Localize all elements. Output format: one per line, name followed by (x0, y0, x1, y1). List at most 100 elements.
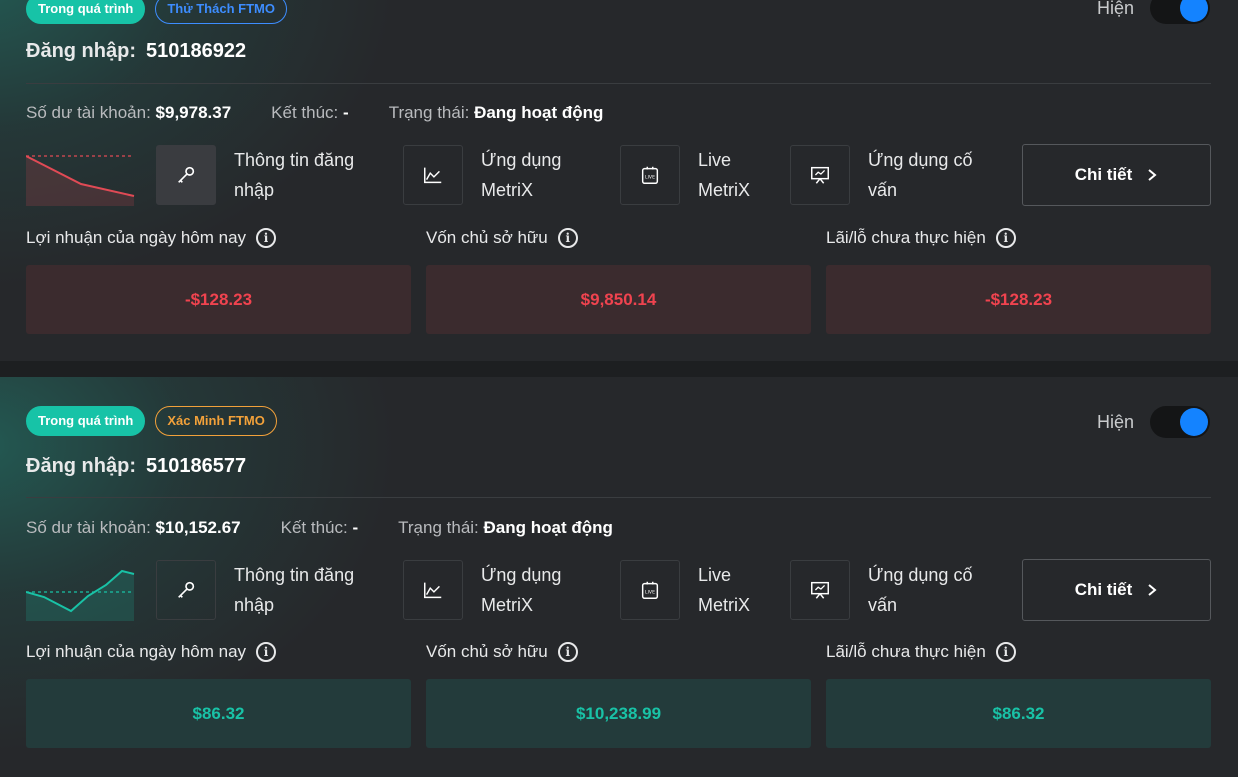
equity-metric: Vốn chủ sở hữu i $9,850.14 (426, 226, 811, 334)
toggle-knob (1180, 408, 1208, 436)
account-card: Trong quá trình Xác Minh FTMO Hiện Đăng … (0, 377, 1238, 777)
svg-text:LIVE: LIVE (645, 590, 655, 596)
live-metrix-label: Live MetriX (698, 150, 751, 200)
equity-label: Vốn chủ sở hữu (426, 642, 548, 661)
today-profit-value: -$128.23 (26, 265, 411, 334)
visibility-toggle[interactable] (1150, 0, 1210, 24)
today-profit-label: Lợi nhuận của ngày hôm nay (26, 642, 247, 661)
mentor-action[interactable]: Ứng dụng cố vấn (790, 144, 972, 206)
live-metrix-action[interactable]: LIVE Live MetriX (620, 144, 750, 206)
live-icon: LIVE (641, 166, 659, 184)
balance-value: $10,152.67 (155, 518, 241, 537)
action-row: Thông tin đăng nhập Ứng dụng MetriX LIVE… (26, 144, 1211, 206)
tag-row: Trong quá trình Thử Thách FTMO (26, 0, 287, 24)
visibility-label: Hiện (1096, 411, 1134, 432)
balance-field: Số dư tài khoản: $9,978.37 (26, 103, 232, 122)
status-field: Trạng thái: Đang hoạt động (398, 518, 613, 537)
info-icon[interactable]: i (995, 642, 1016, 662)
today-profit-label: Lợi nhuận của ngày hôm nay (26, 228, 247, 247)
line-chart-icon (424, 582, 442, 599)
login-row: Đăng nhập: 510186922 (26, 40, 246, 63)
visibility-control: Hiện (1097, 406, 1210, 438)
info-icon[interactable]: i (995, 228, 1016, 248)
metrics-row: Lợi nhuận của ngày hôm nay i $86.32 Vốn c… (26, 640, 1211, 748)
unrealized-metric: Lãi/lỗ chưa thực hiện i $86.32 (826, 640, 1211, 748)
metrix-action[interactable]: Ứng dụng MetriX (403, 559, 561, 621)
unrealized-value: $86.32 (826, 679, 1211, 748)
visibility-control: Hiện (1097, 0, 1210, 24)
end-field: Kết thúc: - (280, 518, 359, 537)
login-number: 510186577 (146, 455, 247, 477)
visibility-label: Hiện (1096, 0, 1134, 18)
unrealized-value: -$128.23 (826, 265, 1211, 334)
key-icon-box (156, 145, 216, 205)
detail-label: Chi tiết (1074, 580, 1133, 599)
presentation-icon (811, 581, 829, 599)
live-metrix-label: Live MetriX (698, 565, 751, 615)
progress-tag: Trong quá trình (26, 406, 146, 436)
divider (26, 83, 1211, 84)
unrealized-label: Lãi/lỗ chưa thực hiện (826, 228, 986, 247)
key-icon-box (156, 560, 216, 620)
today-profit-metric: Lợi nhuận của ngày hôm nay i $86.32 (26, 640, 411, 748)
credentials-action[interactable]: Thông tin đăng nhập (156, 559, 354, 621)
info-icon[interactable]: i (256, 642, 277, 662)
mentor-icon-box (790, 145, 850, 205)
chevron-right-icon (1148, 584, 1157, 596)
svg-text:LIVE: LIVE (645, 175, 655, 181)
end-field: Kết thúc: - (271, 103, 349, 122)
account-meta: Số dư tài khoản: $10,152.67 Kết thúc: - … (26, 518, 653, 538)
detail-button[interactable]: Chi tiết (1022, 144, 1211, 206)
metrix-label: Ứng dụng MetriX (481, 565, 562, 615)
detail-label: Chi tiết (1074, 165, 1133, 184)
info-icon[interactable]: i (557, 228, 578, 248)
balance-value: $9,978.37 (155, 103, 232, 122)
today-profit-metric: Lợi nhuận của ngày hôm nay i -$128.23 (26, 226, 411, 334)
balance-sparkline (26, 155, 135, 206)
chart-icon-box (403, 145, 463, 205)
action-row: Thông tin đăng nhập Ứng dụng MetriX LIVE… (26, 559, 1211, 621)
toggle-knob (1180, 0, 1208, 22)
balance-sparkline (26, 569, 135, 621)
balance-field: Số dư tài khoản: $10,152.67 (26, 518, 241, 537)
login-label: Đăng nhập: (26, 40, 136, 62)
presentation-icon (811, 166, 829, 184)
live-icon-box: LIVE (620, 560, 680, 620)
credentials-label: Thông tin đăng nhập (234, 565, 355, 615)
credentials-label: Thông tin đăng nhập (234, 150, 355, 200)
tag-row: Trong quá trình Xác Minh FTMO (26, 406, 277, 436)
chart-icon-box (403, 560, 463, 620)
chevron-right-icon (1148, 169, 1157, 181)
info-icon[interactable]: i (557, 642, 578, 662)
line-chart-icon (424, 167, 442, 184)
login-row: Đăng nhập: 510186577 (26, 455, 246, 478)
metrix-action[interactable]: Ứng dụng MetriX (403, 144, 561, 206)
key-icon (178, 166, 195, 183)
account-meta: Số dư tài khoản: $9,978.37 Kết thúc: - T… (26, 103, 643, 123)
equity-label: Vốn chủ sở hữu (426, 228, 548, 247)
end-value: - (343, 103, 349, 122)
unrealized-metric: Lãi/lỗ chưa thực hiện i -$128.23 (826, 226, 1211, 334)
detail-button[interactable]: Chi tiết (1022, 559, 1211, 621)
equity-metric: Vốn chủ sở hữu i $10,238.99 (426, 640, 811, 748)
login-label: Đăng nhập: (26, 455, 136, 477)
phase-tag: Thử Thách FTMO (155, 0, 287, 24)
status-value: Đang hoạt động (474, 103, 604, 122)
mentor-label: Ứng dụng cố vấn (868, 565, 973, 615)
live-icon: LIVE (641, 581, 659, 599)
metrix-label: Ứng dụng MetriX (481, 150, 562, 200)
live-metrix-action[interactable]: LIVE Live MetriX (620, 559, 750, 621)
metrics-row: Lợi nhuận của ngày hôm nay i -$128.23 Vốn… (26, 226, 1211, 334)
today-profit-value: $86.32 (26, 679, 411, 748)
info-icon[interactable]: i (256, 228, 277, 248)
account-card: Trong quá trình Thử Thách FTMO Hiện Đăng… (0, 0, 1238, 361)
key-icon (178, 581, 195, 598)
credentials-action[interactable]: Thông tin đăng nhập (156, 144, 354, 206)
end-value: - (352, 518, 359, 537)
unrealized-label: Lãi/lỗ chưa thực hiện (826, 642, 986, 661)
mentor-icon-box (790, 560, 850, 620)
phase-tag: Xác Minh FTMO (155, 406, 277, 436)
status-value: Đang hoạt động (483, 518, 613, 537)
visibility-toggle[interactable] (1150, 406, 1210, 438)
mentor-action[interactable]: Ứng dụng cố vấn (790, 559, 972, 621)
